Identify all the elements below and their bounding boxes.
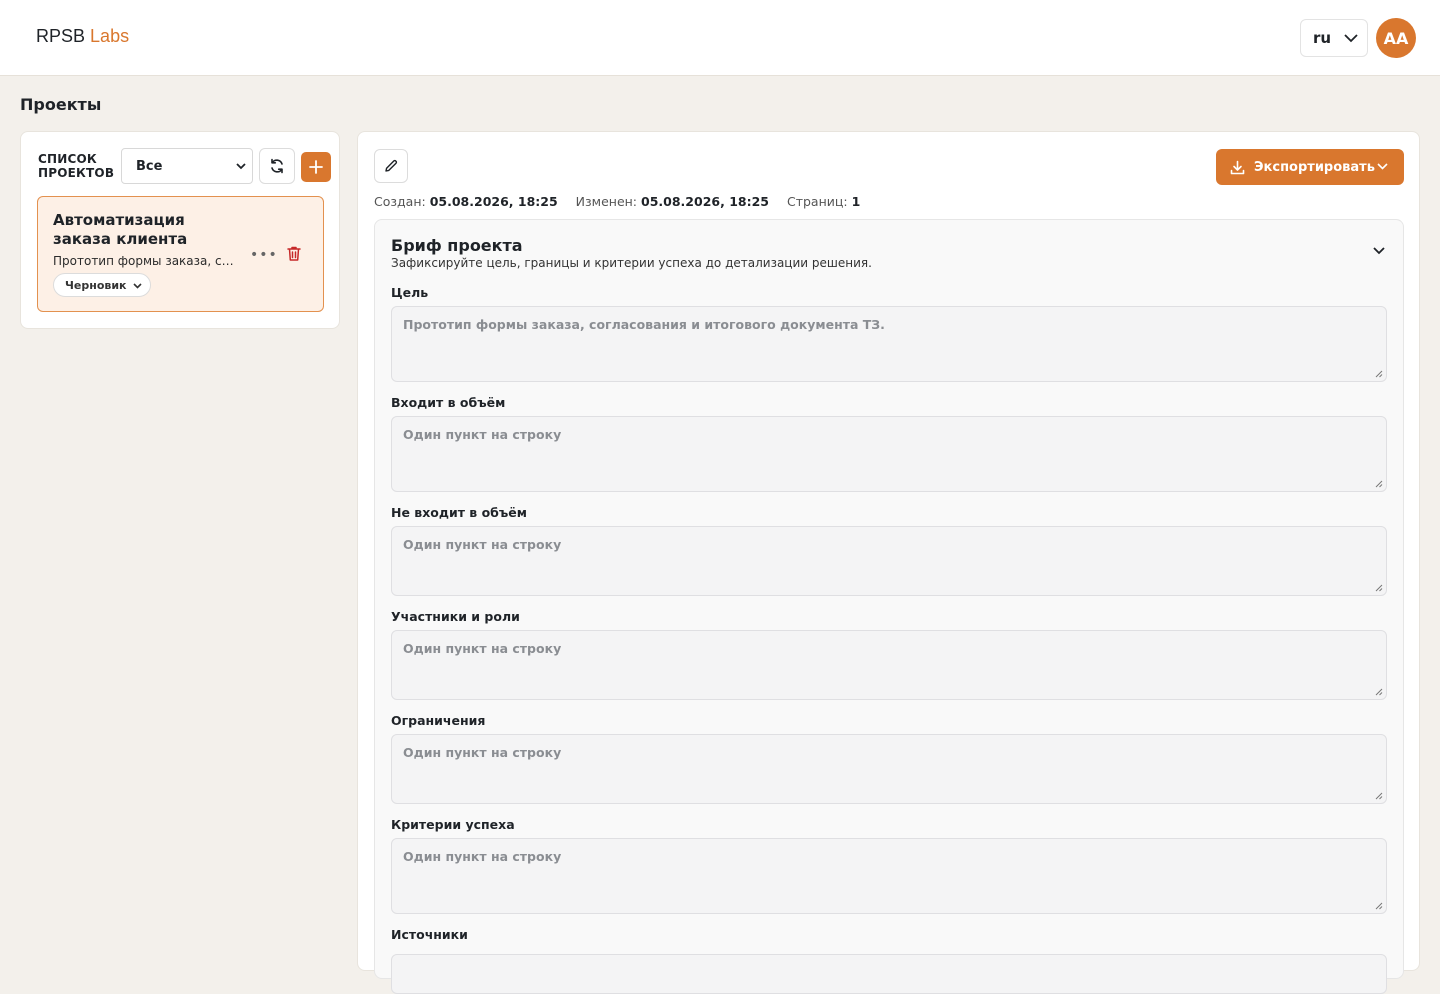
resize-grip-icon[interactable]	[1375, 584, 1383, 592]
in-scope-textarea[interactable]: Один пункт на строку	[391, 416, 1387, 492]
field-label-constraints: Ограничения	[391, 713, 486, 728]
project-brief-section: Бриф проекта Зафиксируйте цель, границы …	[374, 219, 1404, 994]
project-status-value: Черновик	[65, 278, 127, 292]
out-of-scope-textarea[interactable]: Один пункт на строку	[391, 526, 1387, 596]
out-of-scope-placeholder: Один пункт на строку	[403, 537, 562, 552]
language-value: ru	[1313, 29, 1332, 47]
resize-grip-icon[interactable]	[1375, 902, 1383, 910]
chevron-down-icon	[133, 283, 142, 289]
constraints-textarea[interactable]: Один пункт на строку	[391, 734, 1387, 804]
field-label-participants: Участники и роли	[391, 609, 520, 624]
field-label-out-of-scope: Не входит в объём	[391, 505, 527, 520]
goal-textarea[interactable]: Прототип формы заказа, согласования и ит…	[391, 306, 1387, 382]
collapse-toggle[interactable]	[1373, 240, 1385, 259]
delete-project-button[interactable]	[286, 245, 302, 266]
chevron-down-icon	[1344, 34, 1358, 43]
refresh-icon	[271, 158, 283, 174]
resize-grip-icon[interactable]	[1375, 370, 1383, 378]
more-options-icon[interactable]: •••	[250, 247, 278, 263]
download-icon	[1230, 160, 1245, 174]
field-label-goal: Цель	[391, 285, 429, 300]
goal-placeholder: Прототип формы заказа, согласования и ит…	[403, 317, 885, 332]
add-project-button[interactable]	[301, 152, 331, 182]
modified-date: 05.08.2026, 18:25	[641, 194, 769, 209]
project-card[interactable]: Автоматизация заказа клиента Прототип фо…	[37, 196, 324, 312]
project-list-label: СПИСОК ПРОЕКТОВ	[38, 152, 115, 180]
constraints-placeholder: Один пункт на строку	[403, 745, 562, 760]
language-select[interactable]: ru	[1300, 19, 1368, 57]
page-title: Проекты	[20, 95, 102, 114]
resize-grip-icon[interactable]	[1375, 688, 1383, 696]
brief-title: Бриф проекта	[391, 236, 523, 255]
export-button[interactable]: Экспортировать	[1216, 149, 1404, 185]
brand-logo[interactable]: RPSB Labs	[36, 26, 129, 47]
participants-textarea[interactable]: Один пункт на строку	[391, 630, 1387, 700]
top-bar: RPSB Labs ru AA	[0, 0, 1440, 76]
sources-textarea[interactable]	[391, 954, 1387, 994]
project-title: Автоматизация заказа клиента	[53, 211, 188, 248]
project-list-panel: СПИСОК ПРОЕКТОВ Все Автоматизация заказа…	[20, 131, 340, 329]
brand-suffix: Labs	[90, 26, 130, 46]
chevron-down-icon	[1373, 247, 1385, 255]
chevron-down-icon	[1377, 163, 1388, 170]
created-date: 05.08.2026, 18:25	[429, 194, 558, 209]
chevron-down-icon	[236, 163, 246, 170]
resize-grip-icon[interactable]	[1375, 480, 1383, 488]
refresh-button[interactable]	[259, 148, 295, 184]
in-scope-placeholder: Один пункт на строку	[403, 427, 562, 442]
pencil-icon	[385, 159, 398, 172]
field-label-sources: Источники	[391, 927, 468, 942]
trash-icon	[287, 246, 301, 261]
page-count: 1	[851, 194, 861, 209]
success-criteria-placeholder: Один пункт на строку	[403, 849, 562, 864]
plus-icon	[309, 160, 323, 174]
edit-button[interactable]	[374, 149, 408, 183]
project-detail-panel: Экспортировать Создан: 05.08.2026, 18:25…	[357, 131, 1420, 994]
project-status-select[interactable]: Черновик	[53, 273, 151, 297]
project-filter-select[interactable]: Все	[121, 148, 253, 184]
field-label-success-criteria: Критерии успеха	[391, 817, 515, 832]
field-label-in-scope: Входит в объём	[391, 395, 506, 410]
project-description: Прототип формы заказа, согласования и ит…	[53, 254, 238, 268]
project-meta: Создан: 05.08.2026, 18:25 Изменен: 05.08…	[374, 194, 861, 209]
brand-name: RPSB	[36, 26, 86, 46]
participants-placeholder: Один пункт на строку	[403, 641, 562, 656]
brief-subtitle: Зафиксируйте цель, границы и критерии ус…	[391, 256, 872, 270]
export-label: Экспортировать	[1254, 159, 1375, 175]
project-filter-value: Все	[136, 158, 163, 174]
resize-grip-icon[interactable]	[1375, 792, 1383, 800]
success-criteria-textarea[interactable]: Один пункт на строку	[391, 838, 1387, 914]
avatar[interactable]: AA	[1376, 18, 1416, 58]
